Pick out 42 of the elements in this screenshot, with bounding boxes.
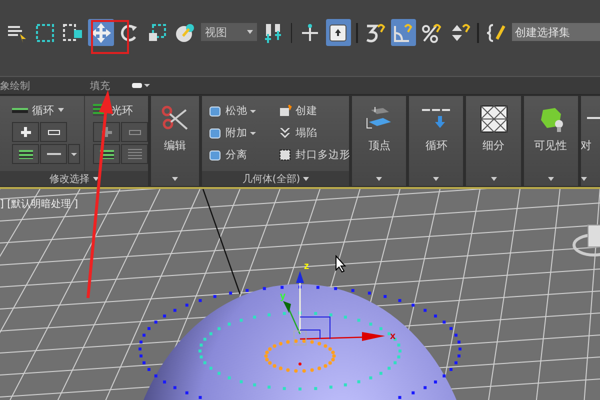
ring-shrink-button[interactable] [121,122,148,142]
shrink-button[interactable] [40,122,67,142]
caret-icon [247,30,254,34]
blob-icon [208,126,222,140]
caret-icon[interactable] [250,110,256,112]
loop-icon [12,108,28,112]
ribbon-tab[interactable]: 填充 [90,78,110,92]
blob-icon [208,104,222,118]
ribbon-large-button[interactable]: 可见性 [524,96,578,186]
edit-button[interactable]: 编辑 [151,96,200,186]
geometry-command[interactable]: 分离 [208,144,278,166]
loop-label[interactable]: 循环 [32,102,54,118]
caret-button[interactable] [68,144,80,164]
ribbon-large-button[interactable]: 对 [580,96,600,186]
grow-button[interactable] [12,122,39,142]
ribbon-large-button[interactable]: 细分 [466,96,521,186]
caret-icon[interactable] [58,108,64,112]
view-dropdown[interactable]: 视图 [200,23,258,41]
ribbon-large-button[interactable]: 顶点 [352,96,406,186]
selection-set-field[interactable]: 创建选择集 [512,23,600,41]
geometry-command[interactable]: 松弛 [208,100,278,122]
highlight-frame [91,20,129,54]
geometry-command[interactable]: 附加 [208,122,278,144]
chevrons-down-icon [278,126,292,140]
panel-footer[interactable]: 修改选择 [0,171,148,186]
loop-shift-button[interactable] [12,144,39,164]
dash-icon [586,117,600,119]
ribbon-tab[interactable]: 象绘制 [0,78,30,92]
dashed-square-icon [278,148,292,162]
ribbon-large-button[interactable]: 循环 [409,96,464,186]
loop-select-button[interactable] [40,144,67,164]
keyboard-key-button[interactable] [326,19,351,46]
ring-select-button[interactable] [121,144,148,164]
blob-icon [208,148,222,162]
cursor-icon [335,255,347,273]
angle-snap-button[interactable] [390,19,416,46]
panel-footer[interactable]: 几何体(全部) [202,171,350,186]
panel-menu-icon[interactable] [132,83,150,88]
viewport-label[interactable]: ] [默认明暗处理 ] [0,197,78,211]
grid-square-icon [478,104,510,134]
caret-icon[interactable] [250,132,256,134]
box-spark-icon [278,104,292,118]
